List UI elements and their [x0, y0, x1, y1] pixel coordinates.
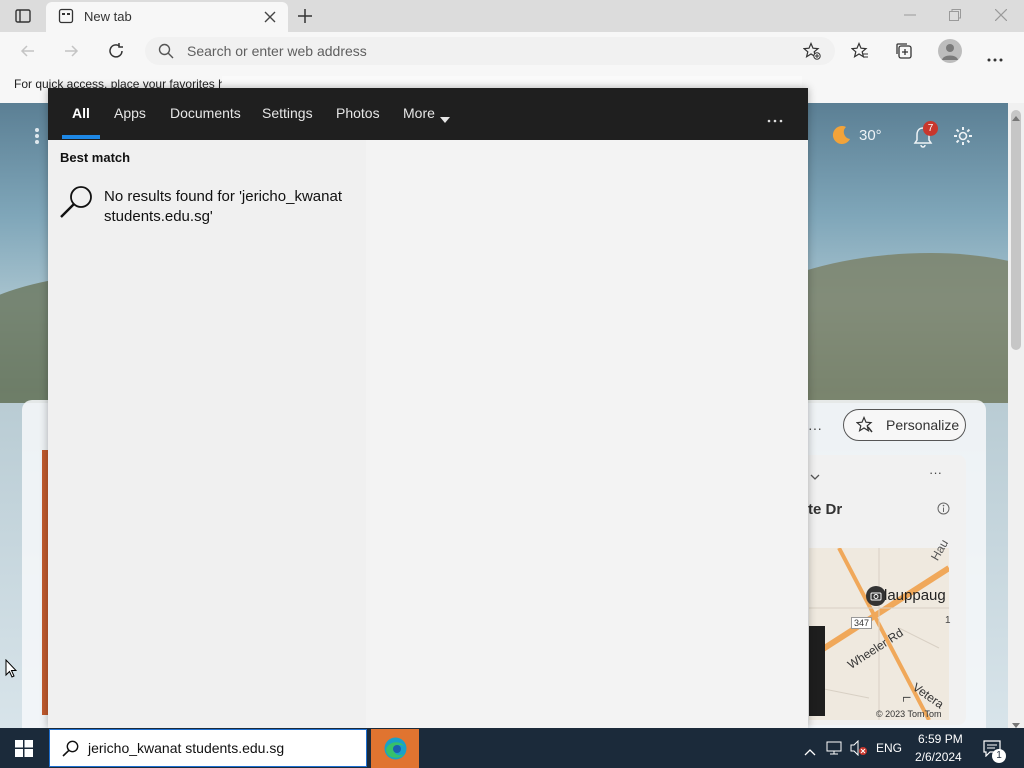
tab-new-tab[interactable]: New tab [46, 2, 288, 32]
new-tab-favicon-icon [58, 8, 74, 29]
tab-documents[interactable]: Documents [170, 105, 241, 121]
tab-actions-icon[interactable] [14, 7, 32, 30]
best-match-heading: Best match [60, 150, 131, 165]
results-pane [48, 140, 366, 728]
no-results-line: No results found for 'jericho_kwanat [104, 188, 342, 205]
action-center-badge: 1 [992, 749, 1006, 763]
tab-more[interactable]: More [403, 105, 435, 121]
more-dropdown-caret-icon[interactable] [440, 110, 450, 128]
show-hidden-icons-caret[interactable] [804, 743, 816, 761]
tab-title: New tab [84, 9, 132, 24]
address-bar[interactable]: Search or enter web address [145, 37, 835, 65]
scrollbar-thumb[interactable] [1011, 110, 1021, 350]
options-ellipsis-icon[interactable] [767, 110, 783, 128]
volume-muted-icon[interactable] [850, 739, 868, 761]
map-label: L [900, 696, 912, 703]
weather-moon-icon[interactable] [830, 124, 852, 151]
camera-pin-icon[interactable] [866, 586, 886, 606]
clock-date[interactable]: 2/6/2024 [915, 750, 962, 764]
tab-all[interactable]: All [72, 105, 90, 121]
back-icon[interactable] [20, 43, 36, 64]
notification-badge: 7 [923, 121, 938, 136]
forward-icon[interactable] [63, 43, 79, 64]
map-label: lauppaug [884, 587, 946, 604]
language-indicator[interactable]: ENG [876, 741, 902, 755]
map-route-badge: 347 [851, 617, 873, 629]
address-placeholder: Search or enter web address [187, 43, 367, 59]
search-icon [62, 740, 79, 762]
close-window-icon[interactable] [994, 8, 1008, 26]
tab-apps[interactable]: Apps [114, 105, 146, 121]
scroll-up-icon[interactable] [1012, 108, 1020, 126]
restore-icon[interactable] [949, 8, 961, 26]
minimize-icon[interactable] [904, 8, 916, 26]
tab-settings[interactable]: Settings [262, 105, 313, 121]
chevron-down-icon[interactable] [810, 468, 820, 486]
page-settings-gear-icon[interactable] [952, 125, 974, 152]
mouse-cursor-icon [5, 658, 18, 683]
map-label: 1 [945, 615, 951, 626]
network-icon[interactable] [826, 740, 844, 761]
profile-avatar-icon[interactable] [938, 39, 962, 63]
search-panel-shadow-strip [222, 76, 802, 88]
edge-browser-icon [383, 736, 408, 766]
edge-taskbar-button[interactable] [371, 729, 419, 768]
add-favorite-icon[interactable] [802, 41, 821, 65]
active-tab-indicator [62, 135, 100, 139]
clock-time[interactable]: 6:59 PM [918, 732, 963, 746]
refresh-icon[interactable] [107, 42, 125, 65]
magnifier-icon [59, 185, 95, 224]
search-icon [158, 43, 174, 64]
personalize-star-icon [855, 415, 874, 439]
settings-more-icon[interactable] [987, 49, 1003, 67]
collections-icon[interactable] [895, 42, 913, 65]
feed-more-icon[interactable]: ··· [808, 420, 822, 436]
personalize-label: Personalize [886, 417, 960, 433]
close-tab-icon[interactable] [264, 10, 276, 28]
search-query-text[interactable]: jericho_kwanat students.edu.sg [88, 740, 284, 756]
map-credit: © 2023 TomTom [876, 709, 942, 719]
apps-launcher-icon[interactable] [34, 127, 48, 150]
no-results-message: No results found for 'jericho_kwanat stu… [104, 187, 359, 227]
favorites-icon[interactable] [850, 41, 869, 65]
windows-start-icon[interactable] [15, 740, 33, 762]
personalize-button[interactable]: Personalize [843, 409, 966, 441]
weather-temperature: 30° [859, 127, 882, 144]
search-filter-bar: All Apps Documents Settings Photos More [48, 88, 808, 140]
widget-title: te Dr [808, 501, 843, 518]
widget-more-icon[interactable]: ··· [929, 465, 942, 480]
no-results-line: students.edu.sg' [104, 208, 213, 225]
info-icon[interactable] [937, 502, 950, 520]
new-tab-plus-icon[interactable] [296, 7, 314, 30]
taskbar-search-box[interactable]: jericho_kwanat students.edu.sg [49, 729, 367, 767]
tab-photos[interactable]: Photos [336, 105, 380, 121]
